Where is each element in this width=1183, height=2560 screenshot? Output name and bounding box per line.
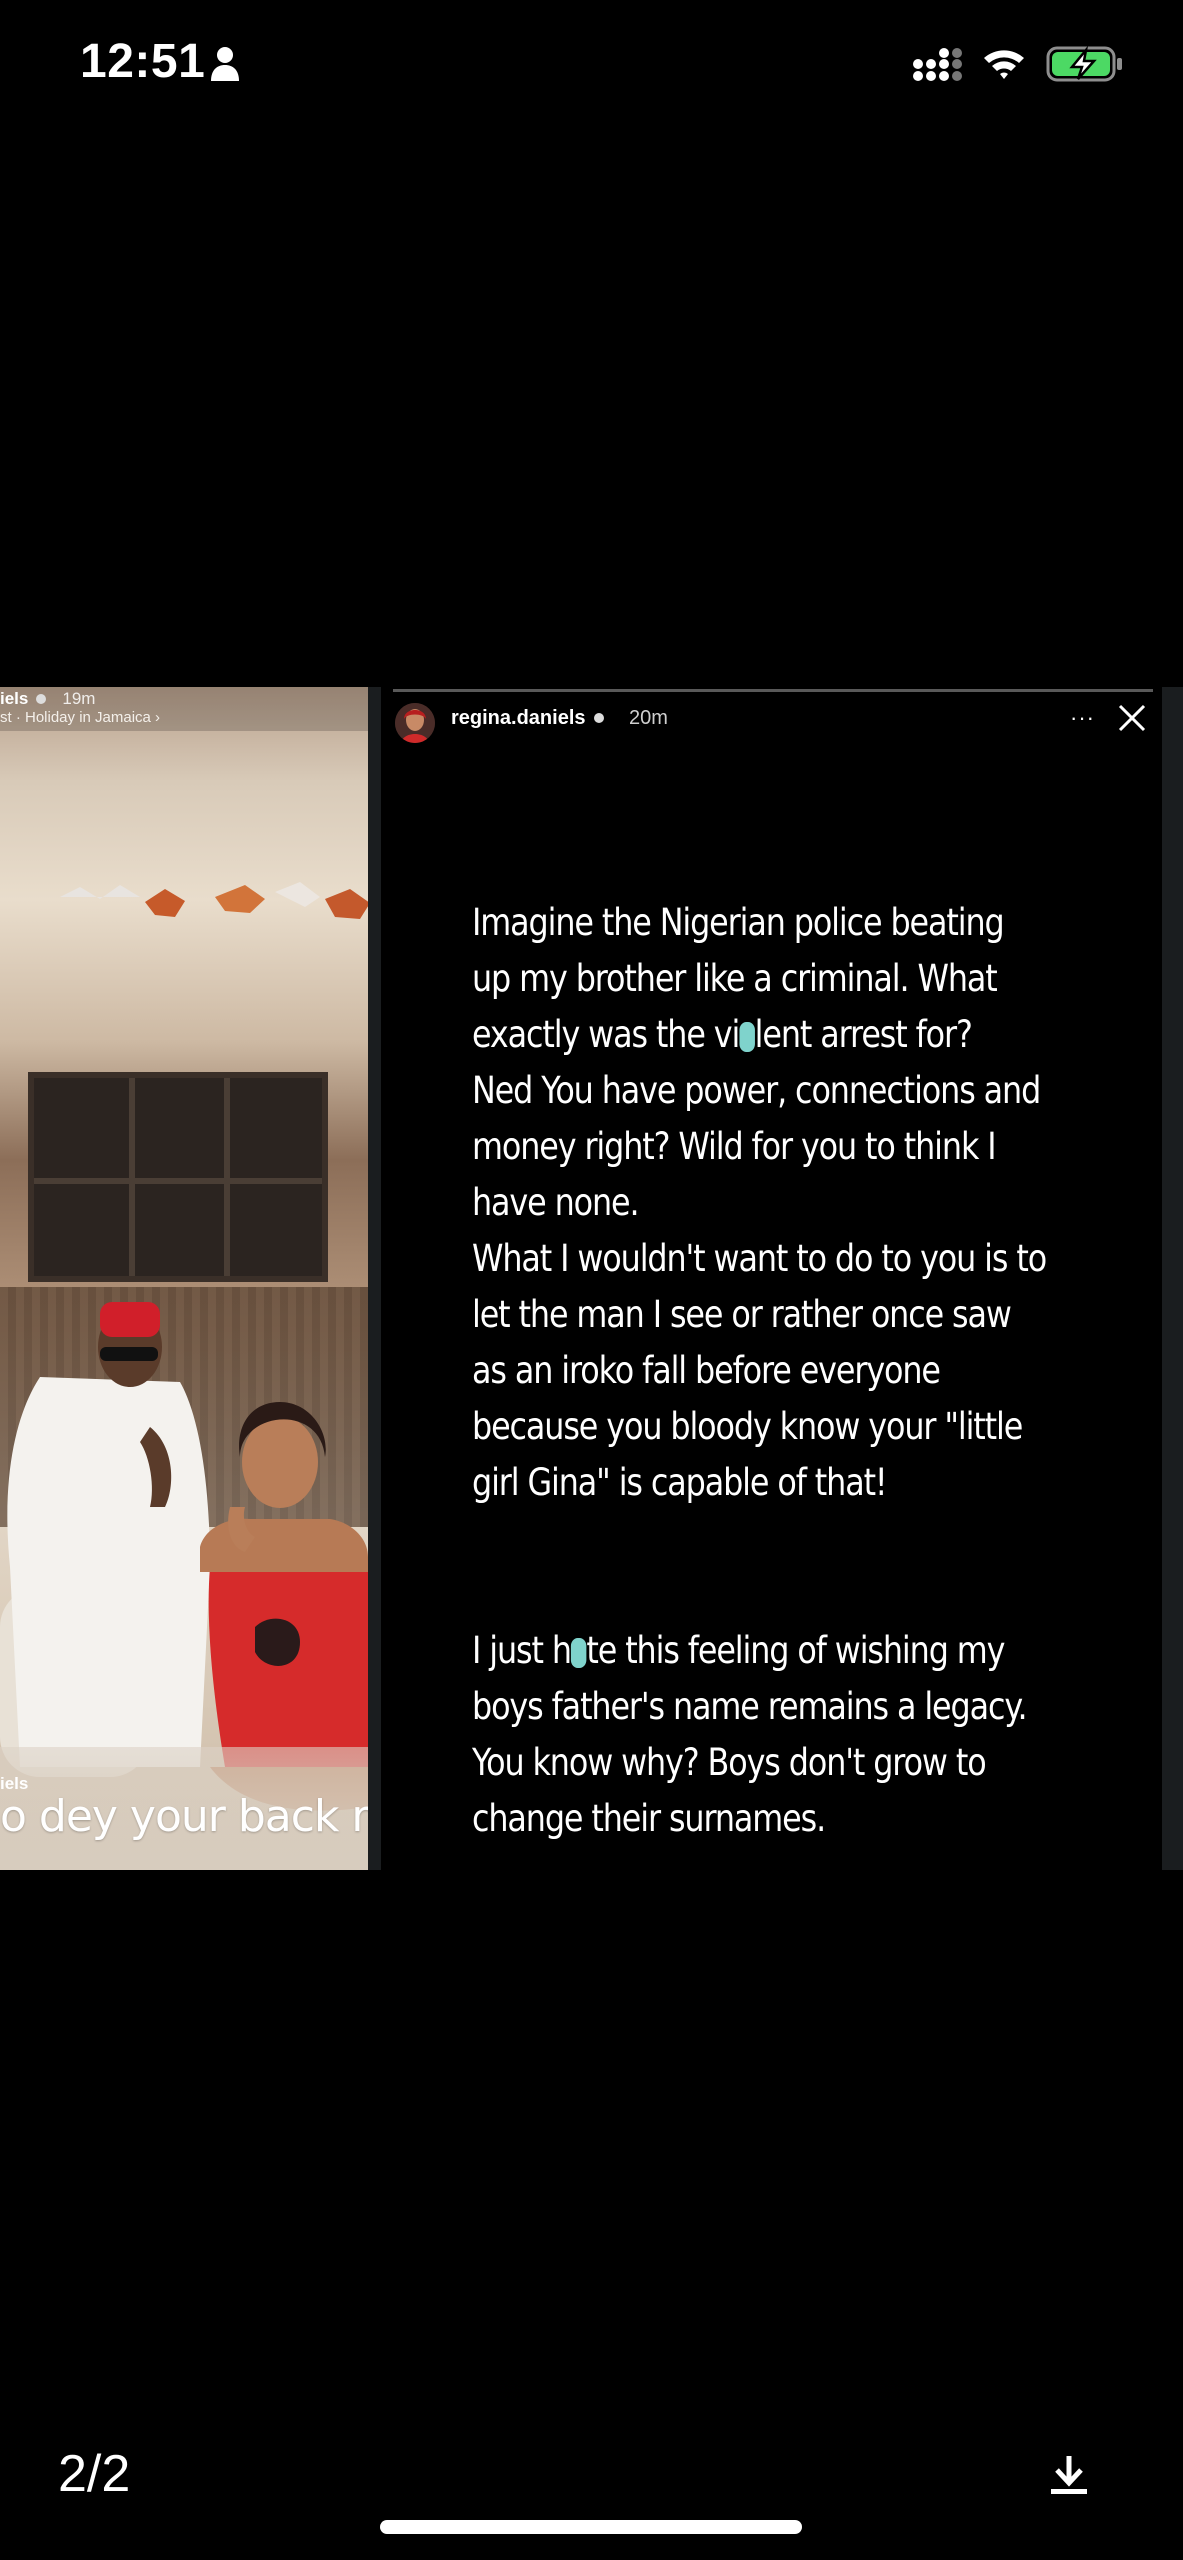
story-progress-bar [393,689,1153,692]
story-line: girl Gina" is capable of that! [472,1461,888,1504]
verified-icon [593,712,604,723]
story-line: up my brother like a criminal. What [472,957,998,1000]
person-icon [211,47,239,81]
status-bar: 12:51 [0,0,1183,130]
previous-story-panel[interactable]: iels 19m st · Holiday in Jamaica › iels … [0,687,368,1870]
home-indicator[interactable] [380,2520,802,2534]
more-options-icon[interactable]: ··· [1070,705,1095,731]
story-line: I just h te this feeling of wishing my [472,1629,1005,1672]
story-line: exactly was the vi lent arrest for? [472,1013,973,1056]
left-story-user: iels 19m [0,689,95,709]
story-username-text: regina.daniels [451,707,586,729]
download-icon[interactable] [1047,2452,1091,2496]
current-story[interactable]: regina.daniels 20m ··· Imagine the Niger… [381,687,1162,1870]
story-username[interactable]: regina.daniels [451,707,610,730]
avatar[interactable] [395,703,435,743]
story-line: You know why? Boys don't grow to [472,1741,987,1784]
story-line: because you bloody know your "little [472,1405,1023,1448]
story-line: have none. [472,1181,640,1224]
close-icon[interactable] [1117,703,1147,733]
ceiling-decoration [60,882,368,919]
avatar-image [395,703,435,743]
left-story-caption: o dey your back my br [0,1791,368,1842]
screenshot-content: iels 19m st · Holiday in Jamaica › iels … [0,687,1183,1870]
battery-charging-icon [1046,45,1122,82]
story-line: money right? Wild for you to think I [472,1125,997,1168]
verified-icon [36,693,47,704]
story-text: Imagine the Nigerian police beating up m… [472,895,1132,1847]
story-line: Ned You have power, connections and [472,1069,1041,1112]
story-divider [368,687,381,1870]
story-line: Imagine the Nigerian police beating [472,901,1005,944]
status-time: 12:51 [80,35,206,88]
page-counter: 2/2 [58,2445,131,2503]
signal-icon [913,48,962,81]
story-line: What I wouldn't want to do to you is to [472,1237,1047,1280]
left-story-time: 19m [62,689,96,708]
story-line: change their surnames. [472,1797,826,1840]
wifi-icon [984,50,1024,79]
story-line: let the man I see or rather once saw [472,1293,1012,1336]
story-line: boys father's name remains a legacy. [472,1685,1028,1728]
left-story-username: iels [0,689,29,708]
highlight-blob [570,1637,587,1668]
highlight-blob [739,1021,755,1052]
left-story-music: st · Holiday in Jamaica › [0,709,161,726]
story-line: as an iroko fall before everyone [472,1349,941,1392]
story-time: 20m [629,707,668,729]
next-story-edge[interactable] [1162,687,1183,1870]
